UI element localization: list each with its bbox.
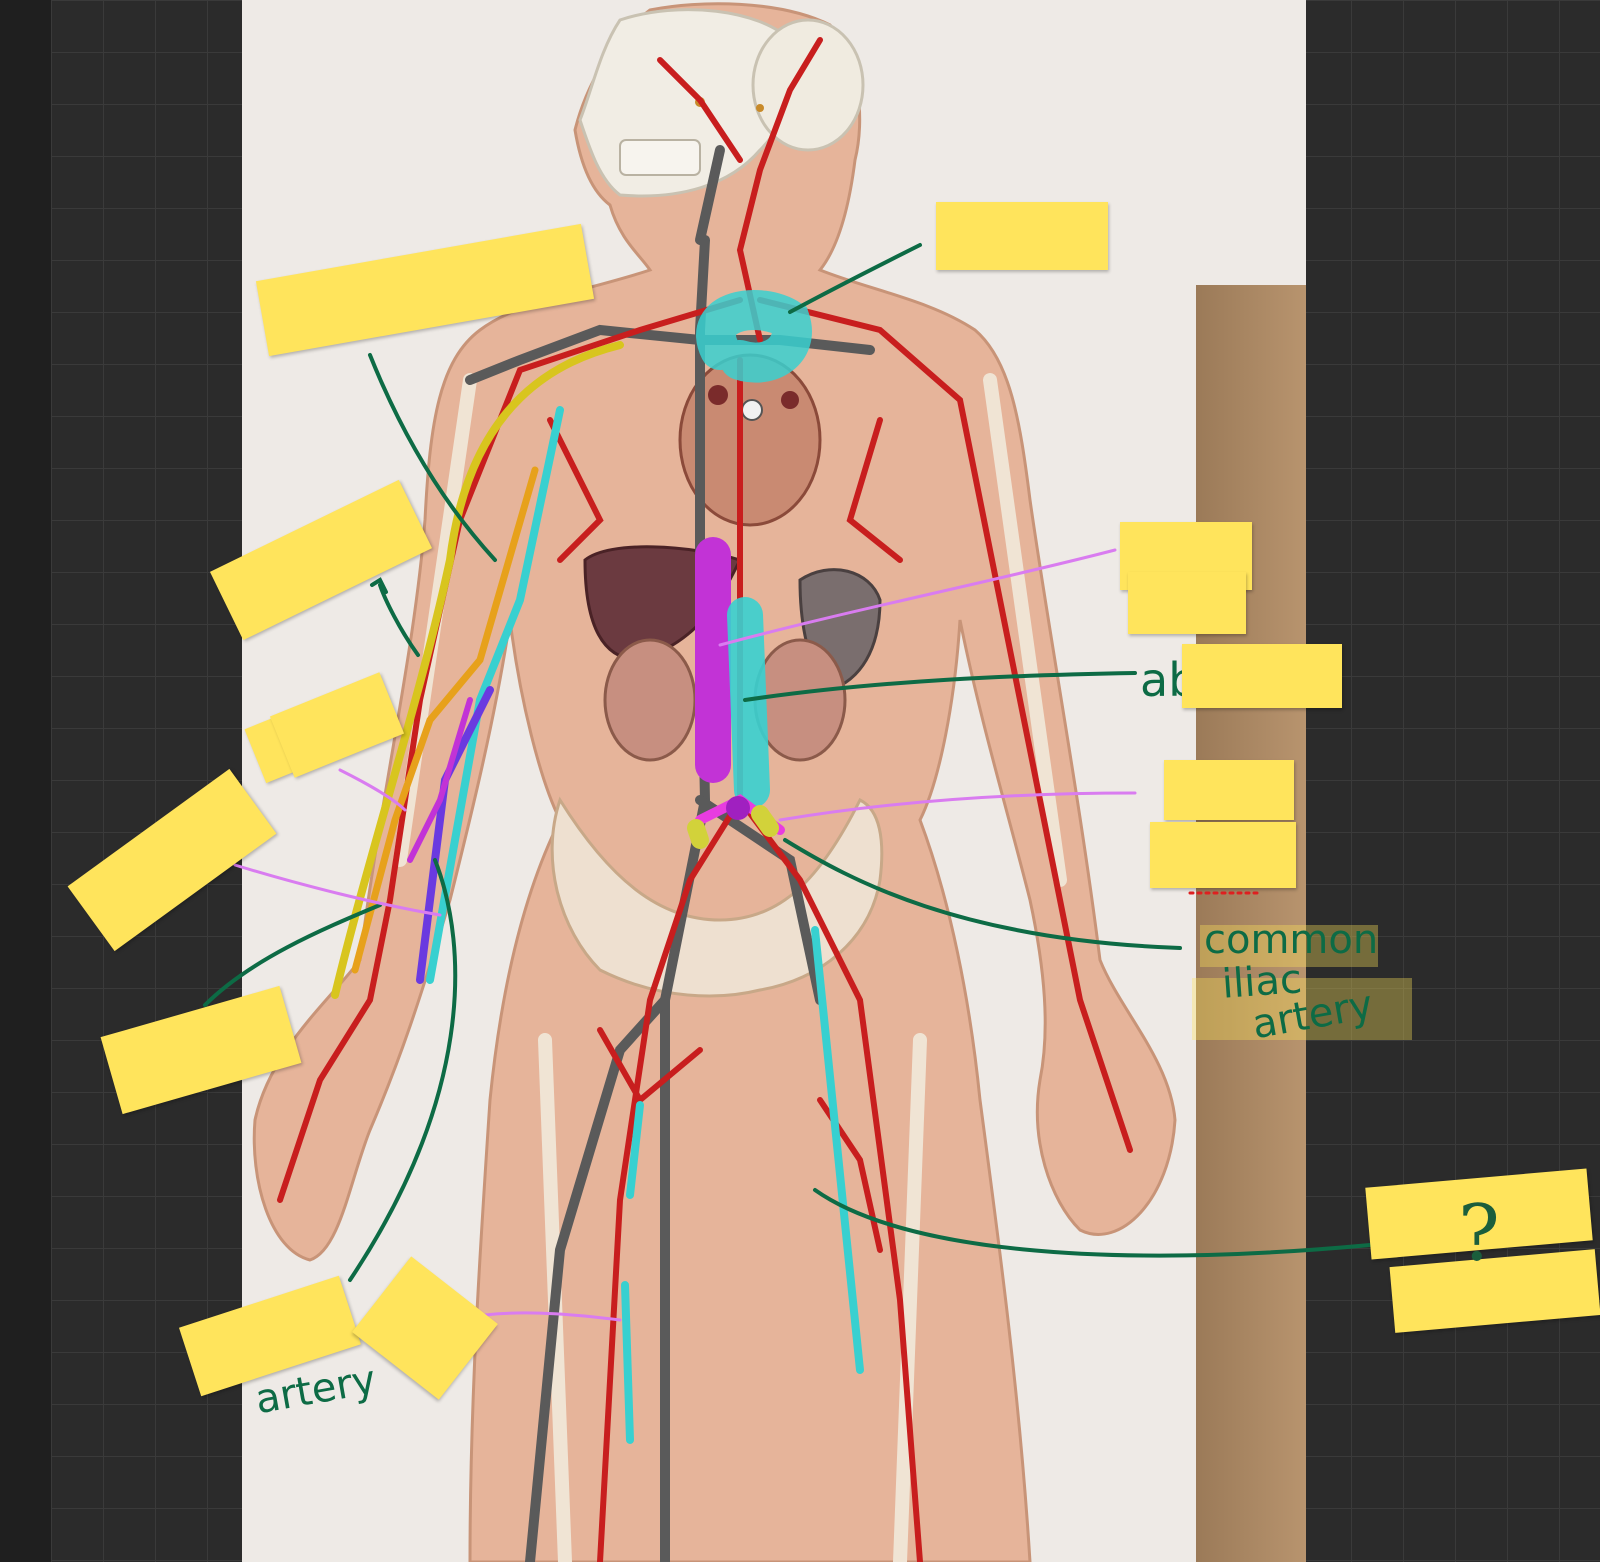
sticky-note[interactable] — [1164, 760, 1294, 820]
question-mark-icon: ? — [1458, 1189, 1500, 1279]
sticky-note[interactable] — [936, 202, 1108, 270]
sticky-note[interactable] — [1150, 822, 1296, 888]
annotation-canvas: ab common iliac artery artery ? — [0, 0, 1600, 1562]
sticky-note[interactable] — [1128, 572, 1246, 634]
sticky-note[interactable] — [1182, 644, 1342, 708]
common-label: common — [1204, 917, 1379, 963]
